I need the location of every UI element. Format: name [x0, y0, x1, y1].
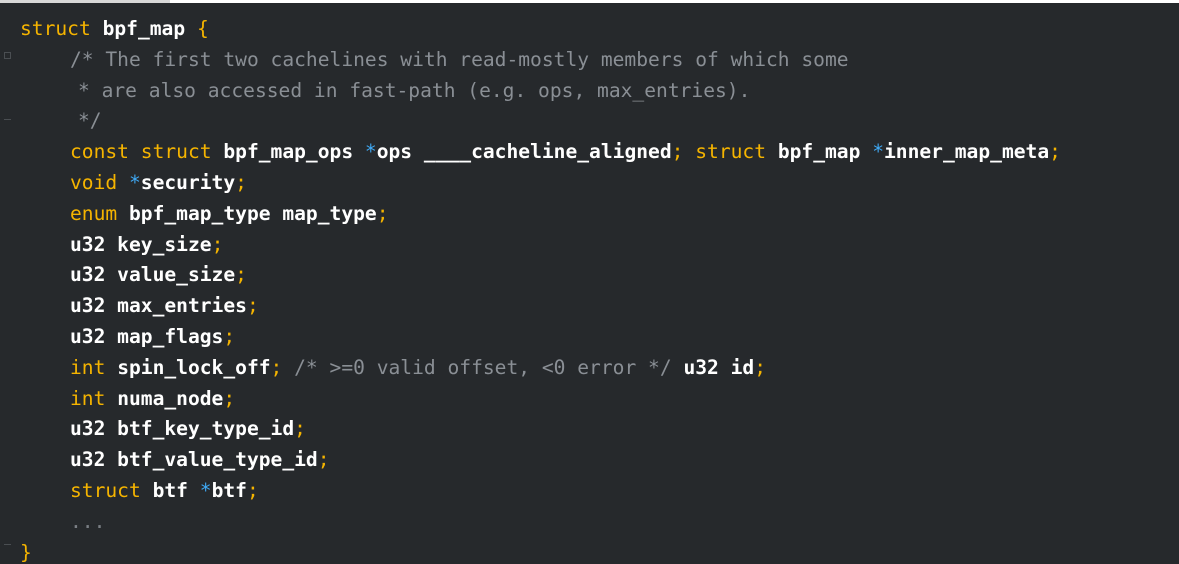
comment: /* >=0 valid offset, <0 error */ — [294, 355, 672, 379]
semicolon: ; — [671, 140, 684, 164]
code-line-12: int spin_lock_off; /* >=0 valid offset, … — [0, 353, 1061, 384]
keyword: struct — [140, 140, 212, 164]
semicolon: ; — [246, 294, 259, 318]
keyword: void — [70, 170, 118, 194]
code-line-15: u32 btf_value_type_id; — [0, 445, 1061, 476]
member-name: security — [140, 170, 236, 194]
code-line-17: ... — [0, 507, 1061, 538]
type-name: bpf_map — [777, 140, 861, 164]
semicolon: ; — [246, 478, 259, 502]
semicolon: ; — [376, 201, 389, 225]
semicolon: ; — [223, 324, 236, 348]
semicolon: ; — [270, 355, 283, 379]
member-name: btf — [211, 478, 247, 502]
pointer-star: * — [128, 170, 141, 194]
pointer-star: * — [199, 478, 212, 502]
semicolon: ; — [754, 355, 767, 379]
code-line-3: * are also accessed in fast-path (e.g. o… — [0, 76, 1061, 107]
member-name: u32 id — [683, 355, 755, 379]
code-block[interactable]: struct bpf_map {/* The first two cacheli… — [0, 14, 1061, 564]
tab-strip — [0, 0, 170, 3]
pointer-star: * — [364, 140, 377, 164]
code-line-1: struct bpf_map { — [0, 14, 1061, 45]
ellipsis: ... — [70, 509, 106, 533]
code-line-2: /* The first two cachelines with read-mo… — [0, 45, 1061, 76]
code-editor: struct bpf_map {/* The first two cacheli… — [0, 0, 1179, 564]
semicolon: ; — [317, 448, 330, 472]
type-name: btf — [152, 478, 188, 502]
member-name: u32 key_size — [70, 232, 212, 256]
member-name: inner_map_meta — [883, 140, 1050, 164]
member-name: u32 max_entries — [70, 294, 247, 318]
code-line-11: u32 map_flags; — [0, 322, 1061, 353]
code-line-10: u32 max_entries; — [0, 291, 1061, 322]
code-line-5: const struct bpf_map_ops *ops ____cachel… — [0, 137, 1061, 168]
code-line-16: struct btf *btf; — [0, 476, 1061, 507]
member-name: ops ____cacheline_aligned — [376, 140, 672, 164]
semicolon: ; — [235, 170, 247, 194]
member-name: numa_node — [117, 386, 224, 410]
code-line-4: */ — [0, 106, 1061, 137]
member-name: u32 value_size — [70, 263, 236, 287]
keyword: struct — [70, 478, 141, 502]
comment: */ — [78, 109, 102, 133]
comment: * are also accessed in fast-path (e.g. o… — [78, 78, 751, 102]
code-line-8: u32 key_size; — [0, 230, 1061, 261]
code-line-6: void *security; — [0, 168, 1061, 199]
keyword: int — [70, 355, 106, 379]
open-brace: { — [196, 17, 209, 40]
code-line-7: enum bpf_map_type map_type; — [0, 199, 1061, 230]
code-line-14: u32 btf_key_type_id; — [0, 414, 1061, 445]
code-line-9: u32 value_size; — [0, 260, 1061, 291]
semicolon: ; — [223, 386, 236, 410]
code-line-13: int numa_node; — [0, 384, 1061, 415]
code-line-18: } — [0, 538, 1061, 564]
window-top-strip — [0, 0, 1179, 3]
pointer-star: * — [872, 140, 884, 164]
keyword: struct — [695, 140, 767, 164]
semicolon: ; — [235, 263, 247, 287]
keyword: int — [70, 386, 106, 410]
struct-name: bpf_map — [102, 17, 186, 40]
keyword: struct — [20, 17, 91, 40]
type-name: bpf_map_ops — [223, 140, 354, 164]
keyword: enum — [70, 201, 118, 225]
member-name: bpf_map_type map_type — [128, 201, 377, 225]
member-name: spin_lock_off — [117, 355, 271, 379]
keyword: const — [70, 140, 129, 164]
comment: /* The first two cachelines with read-mo… — [70, 47, 849, 71]
member-name: u32 btf_key_type_id — [70, 417, 295, 441]
semicolon: ; — [211, 232, 224, 256]
member-name: u32 map_flags — [70, 324, 224, 348]
semicolon: ; — [1049, 140, 1061, 164]
semicolon: ; — [294, 417, 306, 441]
close-brace: } — [20, 540, 32, 564]
member-name: u32 btf_value_type_id — [70, 448, 318, 472]
